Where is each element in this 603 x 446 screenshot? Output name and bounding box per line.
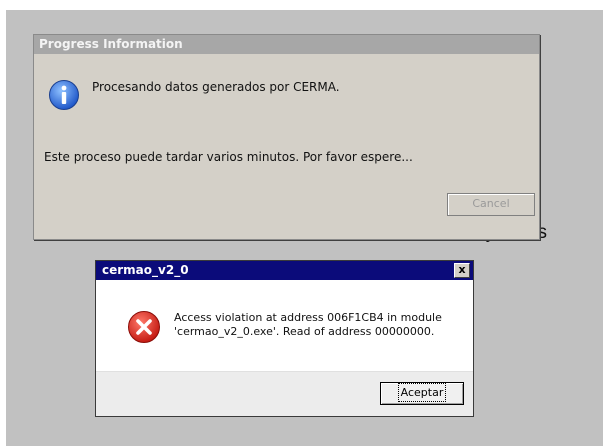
aceptar-label: Aceptar	[397, 383, 447, 402]
progress-window-title: Progress Information	[34, 35, 539, 54]
info-icon	[49, 80, 79, 110]
progress-note: Este proceso puede tardar varios minutos…	[44, 150, 413, 164]
aceptar-button[interactable]: Aceptar	[380, 382, 464, 405]
progress-message: Procesando datos generados por CERMA.	[92, 80, 340, 94]
error-dialog-titlebar: cermao_v2_0 x	[96, 261, 473, 280]
progress-window: Progress Information Procesando datos ge…	[33, 34, 540, 240]
close-button[interactable]: x	[454, 263, 470, 278]
error-message-line-2: 'cermao_v2_0.exe'. Read of address 00000…	[174, 325, 435, 338]
error-dialog: cermao_v2_0 x Access violation at addres…	[95, 260, 474, 417]
cancel-button[interactable]: Cancel	[447, 193, 535, 216]
error-message: Access violation at address 006F1CB4 in …	[174, 311, 464, 339]
error-icon	[128, 311, 160, 343]
dialog-footer: Aceptar	[96, 371, 473, 416]
error-dialog-title: cermao_v2_0	[102, 263, 189, 277]
error-message-line-1: Access violation at address 006F1CB4 in …	[174, 311, 442, 324]
